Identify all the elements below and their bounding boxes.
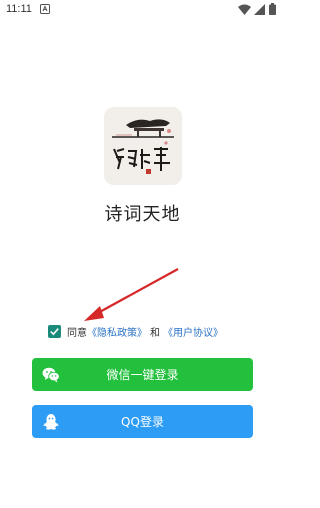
wechat-login-button[interactable]: 微信一键登录: [32, 358, 253, 391]
privacy-policy-link[interactable]: 《隐私政策》: [87, 324, 147, 339]
red-arrow-annotation: [84, 268, 179, 321]
wifi-icon: [238, 4, 251, 15]
status-bar: 11:11: [0, 0, 285, 20]
signal-icon: [254, 4, 265, 15]
notification-icon: [40, 4, 50, 14]
agreement-row: 同意 《隐私政策》 和 《用户协议》: [48, 323, 223, 339]
checkmark-icon: [50, 327, 59, 335]
app-title: 诗词天地: [104, 204, 181, 225]
qq-penguin-icon: [43, 414, 59, 430]
wechat-login-label: 微信一键登录: [106, 368, 179, 382]
agreement-and: 和: [150, 327, 160, 339]
status-time: 11:11: [6, 3, 32, 15]
app-logo: [104, 107, 182, 185]
agreement-prefix: 同意: [67, 327, 87, 339]
terms-link[interactable]: 《用户协议》: [163, 324, 223, 339]
qq-login-button[interactable]: QQ登录: [32, 405, 253, 438]
qq-login-label: QQ登录: [121, 415, 164, 429]
agreement-checkbox[interactable]: [48, 324, 61, 338]
battery-icon: [269, 3, 276, 15]
wechat-icon: [42, 367, 60, 383]
